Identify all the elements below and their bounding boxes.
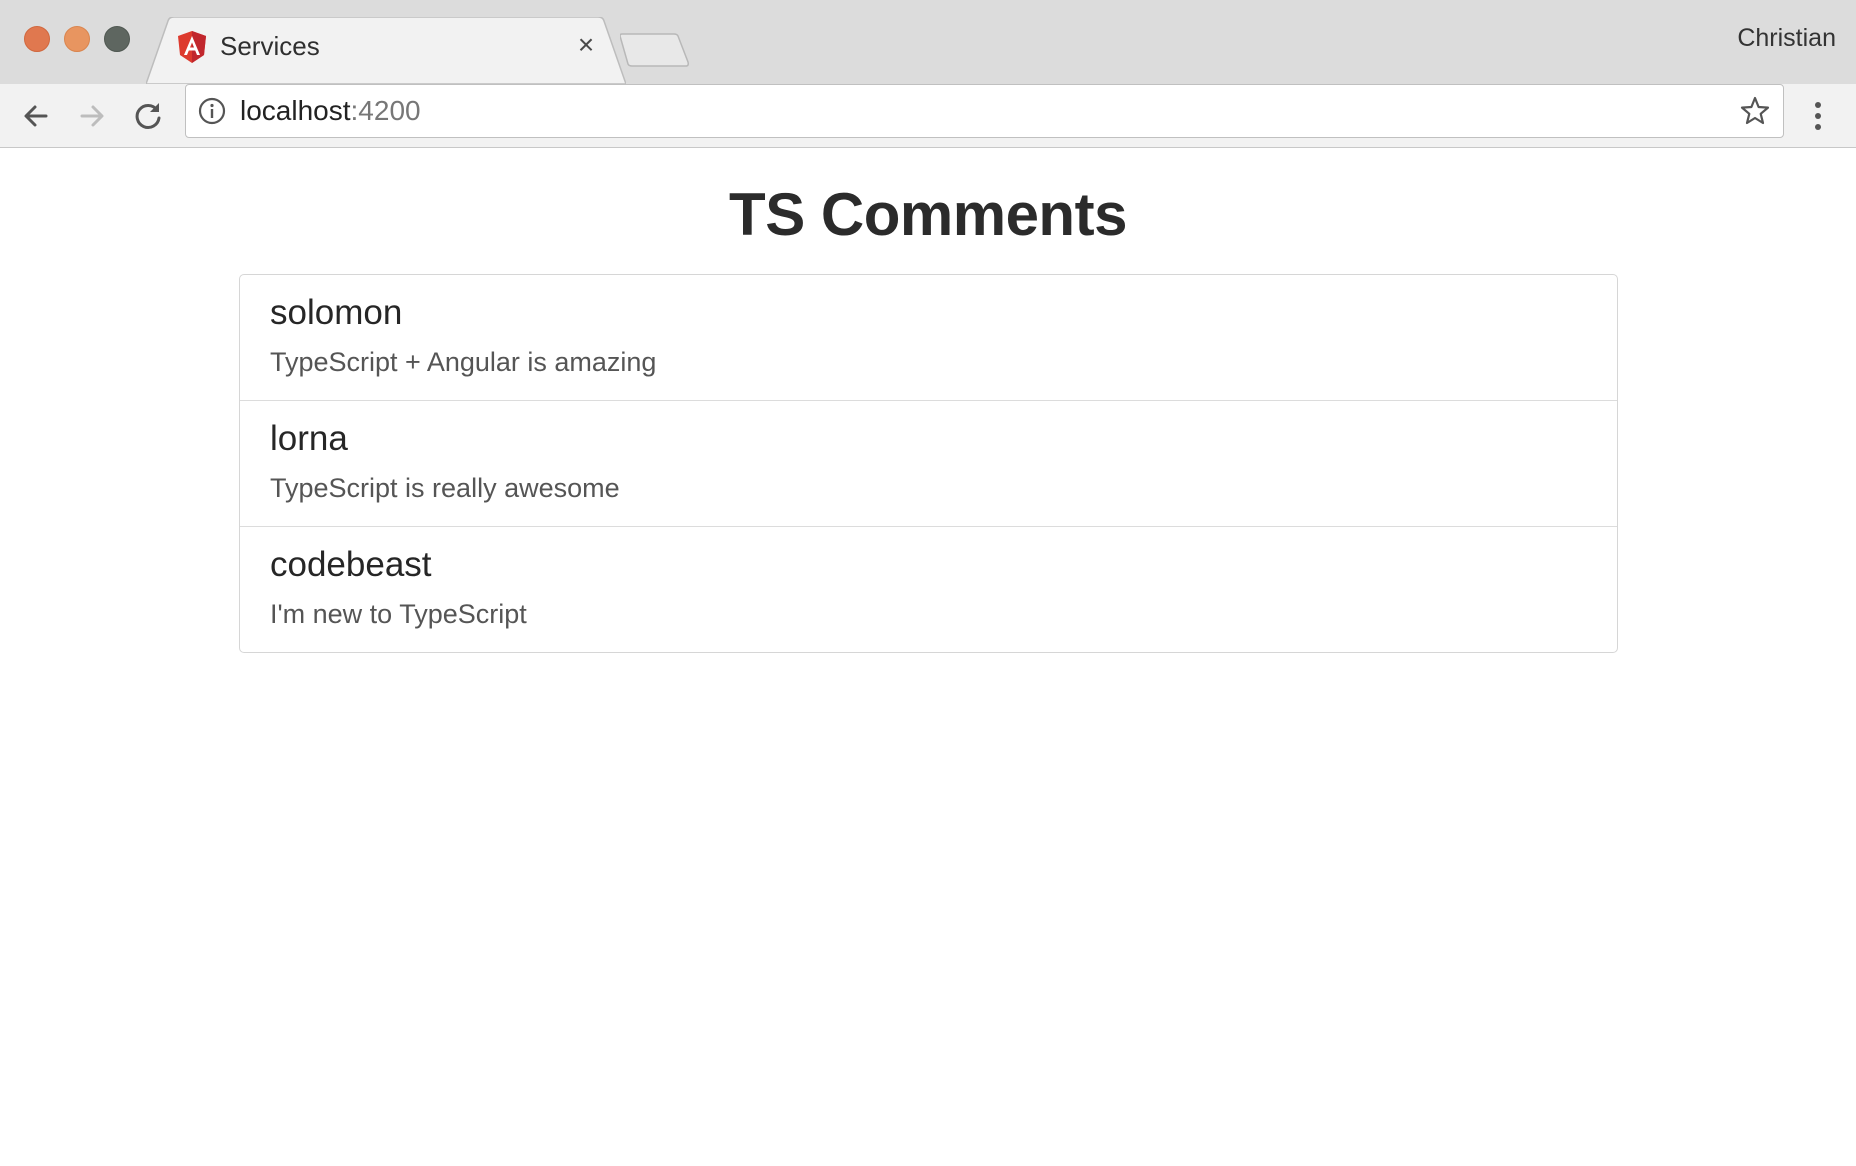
comment-list: solomon TypeScript + Angular is amazing … xyxy=(239,274,1618,653)
reload-icon[interactable] xyxy=(128,96,168,136)
info-icon[interactable] xyxy=(198,97,226,125)
browser-tab[interactable]: Services × xyxy=(146,17,626,84)
comment-author: codebeast xyxy=(270,545,432,584)
window-maximize-button[interactable] xyxy=(104,26,130,52)
list-item: solomon TypeScript + Angular is amazing xyxy=(240,275,1617,400)
url-text[interactable]: localhost:4200 xyxy=(240,95,421,127)
list-item: lorna TypeScript is really awesome xyxy=(240,400,1617,526)
comment-author: lorna xyxy=(270,419,348,458)
page-title: TS Comments xyxy=(729,181,1127,248)
browser-titlebar: Services × Christian xyxy=(0,0,1856,84)
browser-toolbar: localhost:4200 xyxy=(0,84,1856,148)
tab-shape xyxy=(146,17,626,84)
tab-title: Services xyxy=(220,31,320,61)
address-bar[interactable]: localhost:4200 xyxy=(185,84,1784,138)
more-vertical-icon[interactable] xyxy=(1806,96,1830,136)
url-host: localhost xyxy=(240,95,351,126)
comment-text: TypeScript + Angular is amazing xyxy=(270,347,657,377)
new-tab-button[interactable] xyxy=(620,32,690,68)
back-arrow-icon[interactable] xyxy=(16,96,56,136)
list-item: codebeast I'm new to TypeScript xyxy=(240,526,1617,652)
window-minimize-button[interactable] xyxy=(64,26,90,52)
comment-author: solomon xyxy=(270,293,403,332)
close-icon[interactable]: × xyxy=(572,31,600,59)
forward-arrow-icon[interactable] xyxy=(72,96,112,136)
comment-text: TypeScript is really awesome xyxy=(270,473,620,503)
url-port: :4200 xyxy=(350,95,421,126)
window-close-button[interactable] xyxy=(24,26,50,52)
star-icon[interactable] xyxy=(1739,95,1771,127)
comment-text: I'm new to TypeScript xyxy=(270,599,527,629)
profile-name[interactable]: Christian xyxy=(1737,24,1836,53)
angular-icon xyxy=(178,31,206,63)
